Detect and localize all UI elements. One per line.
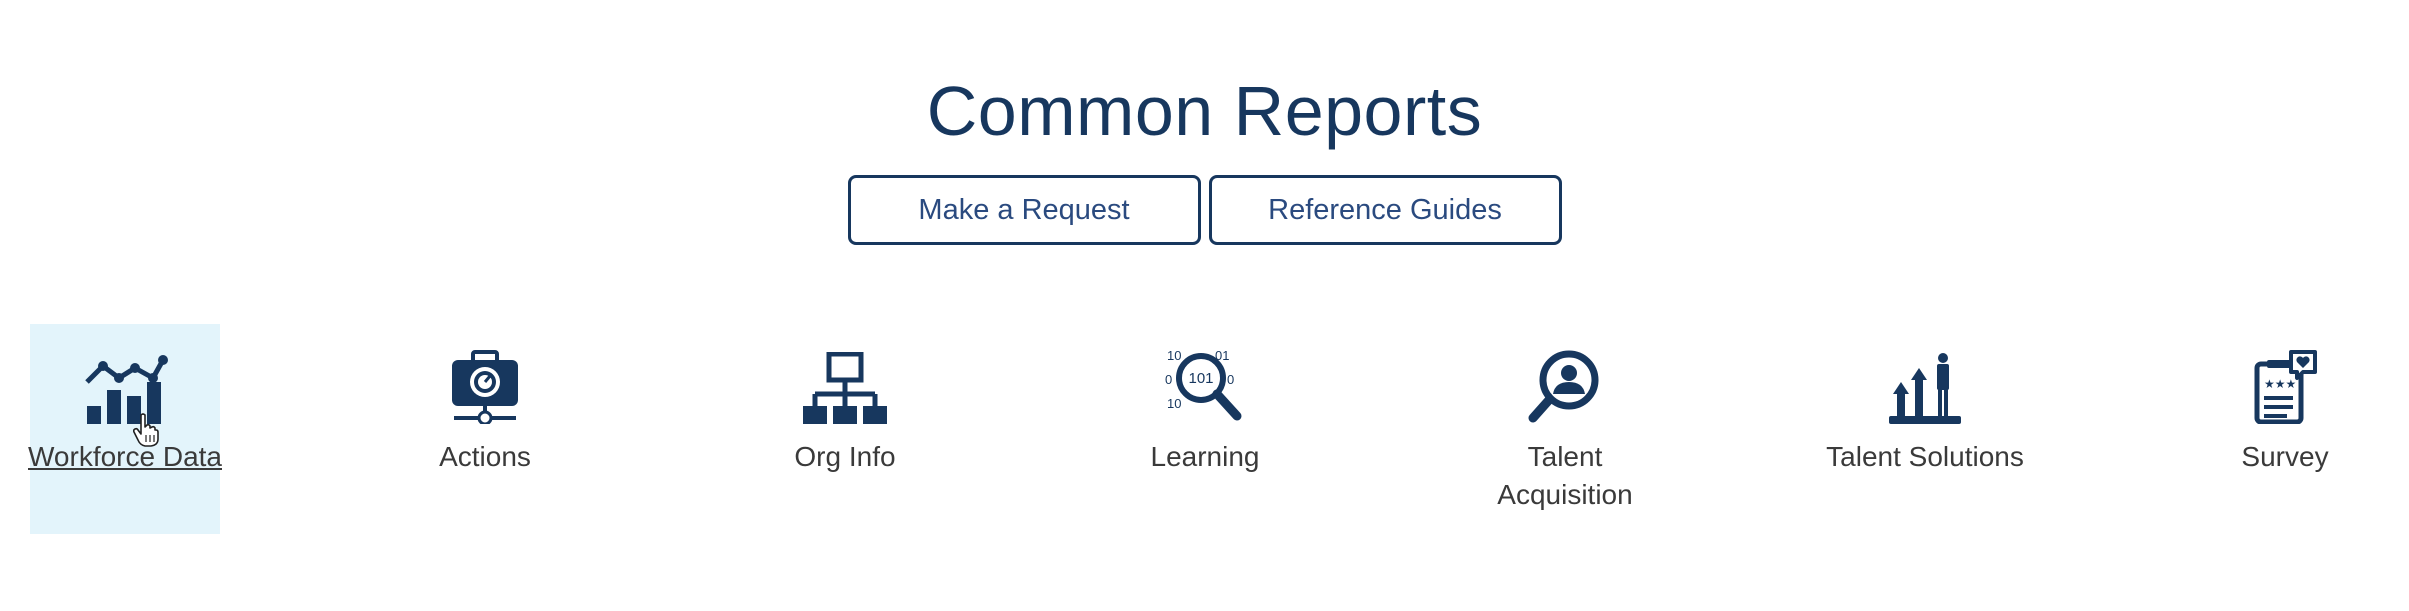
svg-text:0: 0 — [1227, 372, 1234, 387]
svg-text:★★★: ★★★ — [2264, 377, 2296, 391]
tile-label: Talent Solutions — [1826, 441, 2024, 472]
tile-label: Talent Acquisition — [1497, 441, 1633, 510]
growth-arrows-icon — [1880, 348, 1970, 424]
tile-org-info[interactable]: Org Info — [750, 324, 940, 534]
tile-label: Workforce Data — [28, 441, 222, 472]
tile-workforce-data[interactable]: Workforce Data — [28, 324, 222, 534]
svg-text:10: 10 — [1167, 348, 1181, 363]
camera-icon — [440, 348, 530, 424]
page: Common Reports Make a Request Reference … — [0, 0, 2409, 611]
hand-cursor-icon — [132, 413, 159, 452]
svg-text:10: 10 — [1167, 396, 1181, 411]
svg-text:101: 101 — [1188, 370, 1213, 387]
page-title: Common Reports — [926, 72, 1483, 150]
reference-guides-button[interactable]: Reference Guides — [1208, 175, 1562, 245]
tile-talent-solutions[interactable]: Talent Solutions — [1826, 324, 2024, 534]
tile-label: Actions — [439, 441, 531, 472]
make-request-button[interactable]: Make a Request — [847, 175, 1201, 245]
org-chart-icon — [800, 348, 890, 424]
tile-talent-acquisition[interactable]: Talent Acquisition — [1470, 324, 1660, 534]
tile-learning[interactable]: 10 01 0 0 10 1 101 Learning — [1110, 324, 1300, 534]
survey-clipboard-icon: ★★★ — [2240, 348, 2330, 424]
tile-survey[interactable]: ★★★ Survey — [2190, 324, 2380, 534]
tile-actions[interactable]: Actions — [390, 324, 580, 534]
magnifier-binary-icon: 10 01 0 0 10 1 101 — [1160, 348, 1250, 424]
svg-text:0: 0 — [1165, 372, 1172, 387]
tile-label: Learning — [1150, 441, 1260, 472]
button-group: Make a Request Reference Guides — [0, 175, 2409, 245]
tile-label: Survey — [2241, 441, 2329, 472]
tile-label: Org Info — [794, 441, 896, 472]
person-search-icon — [1520, 348, 1610, 424]
